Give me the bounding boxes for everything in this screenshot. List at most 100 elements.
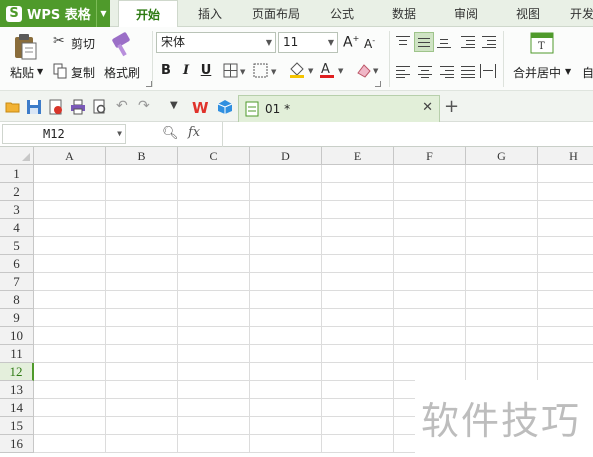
sheet-cell[interactable]: [538, 291, 593, 309]
cut-button[interactable]: 剪切: [71, 35, 95, 52]
sheet-cell[interactable]: [106, 381, 178, 399]
sheet-cell[interactable]: [538, 219, 593, 237]
sheet-cell[interactable]: [466, 309, 538, 327]
sheet-cell[interactable]: [34, 291, 106, 309]
row-header[interactable]: 13: [0, 381, 34, 399]
cell-fill-pattern-icon[interactable]: ▼: [253, 63, 279, 79]
distribute-icon[interactable]: [480, 64, 496, 78]
sheet-cell[interactable]: [250, 345, 322, 363]
sheet-cell[interactable]: [466, 273, 538, 291]
sheet-cell[interactable]: [106, 201, 178, 219]
sheet-cell[interactable]: [394, 327, 466, 345]
bold-button[interactable]: B: [158, 63, 174, 78]
sheet-cell[interactable]: [538, 327, 593, 345]
undo-icon[interactable]: ↶: [116, 98, 132, 114]
sheet-cell[interactable]: [322, 435, 394, 453]
sheet-cell[interactable]: [106, 399, 178, 417]
new-tab-plus-icon[interactable]: +: [444, 96, 459, 117]
sheet-cell[interactable]: [178, 201, 250, 219]
row-header[interactable]: 5: [0, 237, 34, 255]
name-box[interactable]: M12 ▼: [2, 124, 126, 144]
sheet-cell[interactable]: [34, 255, 106, 273]
sheet-cell[interactable]: [466, 237, 538, 255]
sheet-cell[interactable]: [34, 327, 106, 345]
tab-review[interactable]: 审阅: [442, 0, 490, 27]
sheet-cell[interactable]: [466, 183, 538, 201]
sheet-cell[interactable]: [466, 291, 538, 309]
copy-icon[interactable]: [53, 63, 67, 79]
sheet-cell[interactable]: [106, 219, 178, 237]
sheet-cell[interactable]: [394, 255, 466, 273]
sheet-cell[interactable]: [34, 201, 106, 219]
increase-indent-icon[interactable]: [482, 36, 496, 48]
row-header[interactable]: 10: [0, 327, 34, 345]
sheet-cell[interactable]: [178, 165, 250, 183]
paste-button[interactable]: 粘贴: [10, 64, 34, 81]
sheet-cell[interactable]: [106, 237, 178, 255]
sheet-cell[interactable]: [34, 237, 106, 255]
sheet-cell[interactable]: [322, 237, 394, 255]
insert-function-icon[interactable]: fx: [188, 125, 200, 140]
paste-icon[interactable]: [12, 33, 38, 61]
column-header[interactable]: C: [178, 147, 250, 165]
align-middle-button[interactable]: [414, 32, 434, 52]
format-painter-button[interactable]: 格式刷: [104, 64, 140, 81]
paste-dropdown-icon[interactable]: ▼: [37, 67, 43, 76]
column-header[interactable]: H: [538, 147, 593, 165]
sheet-cell[interactable]: [34, 165, 106, 183]
sheet-cell[interactable]: [34, 183, 106, 201]
sheet-cell[interactable]: [538, 345, 593, 363]
row-header[interactable]: 1: [0, 165, 34, 183]
sheet-cell[interactable]: [322, 309, 394, 327]
justify-icon[interactable]: [461, 66, 475, 78]
sheet-cell[interactable]: [538, 165, 593, 183]
tab-home[interactable]: 开始: [118, 0, 178, 28]
sheet-cell[interactable]: [250, 381, 322, 399]
sheet-cell[interactable]: [538, 183, 593, 201]
row-header[interactable]: 12: [0, 363, 34, 381]
sheet-cell[interactable]: [106, 273, 178, 291]
sheet-cell[interactable]: [34, 417, 106, 435]
sheet-cell[interactable]: [106, 291, 178, 309]
font-name-select[interactable]: 宋体 ▼: [156, 32, 276, 53]
sheet-cell[interactable]: [250, 255, 322, 273]
sheet-cell[interactable]: [250, 165, 322, 183]
sheet-cell[interactable]: [322, 363, 394, 381]
cloud-cube-icon[interactable]: [217, 99, 233, 115]
row-header[interactable]: 4: [0, 219, 34, 237]
sheet-cell[interactable]: [178, 435, 250, 453]
sheet-cell[interactable]: [394, 309, 466, 327]
sheet-cell[interactable]: [178, 327, 250, 345]
sheet-cell[interactable]: [322, 381, 394, 399]
tab-data[interactable]: 数据: [380, 0, 428, 27]
sheet-cell[interactable]: [250, 435, 322, 453]
sheet-cell[interactable]: [538, 237, 593, 255]
sheet-cell[interactable]: [34, 399, 106, 417]
close-icon[interactable]: ✕: [422, 100, 433, 115]
sheet-cell[interactable]: [250, 309, 322, 327]
sheet-cell[interactable]: [106, 345, 178, 363]
sheet-cell[interactable]: [34, 219, 106, 237]
copy-button[interactable]: 复制: [71, 64, 95, 81]
open-folder-icon[interactable]: [5, 99, 21, 115]
sheet-cell[interactable]: [322, 291, 394, 309]
decrease-font-icon[interactable]: A-: [364, 36, 375, 51]
sheet-cell[interactable]: [34, 345, 106, 363]
increase-font-icon[interactable]: A+: [343, 34, 359, 51]
sheet-cell[interactable]: [394, 291, 466, 309]
export-pdf-icon[interactable]: [48, 99, 64, 115]
sheet-cell[interactable]: [178, 273, 250, 291]
sheet-cell[interactable]: [466, 201, 538, 219]
sheet-cell[interactable]: [466, 363, 538, 381]
sheet-cell[interactable]: [250, 327, 322, 345]
sheet-cell[interactable]: [322, 417, 394, 435]
sheet-cell[interactable]: [466, 327, 538, 345]
sheet-cell[interactable]: [322, 327, 394, 345]
column-header[interactable]: A: [34, 147, 106, 165]
sheet-cell[interactable]: [250, 201, 322, 219]
row-header[interactable]: 9: [0, 309, 34, 327]
print-icon[interactable]: [70, 99, 86, 115]
sheet-cell[interactable]: [106, 435, 178, 453]
row-header[interactable]: 7: [0, 273, 34, 291]
sheet-cell[interactable]: [394, 165, 466, 183]
